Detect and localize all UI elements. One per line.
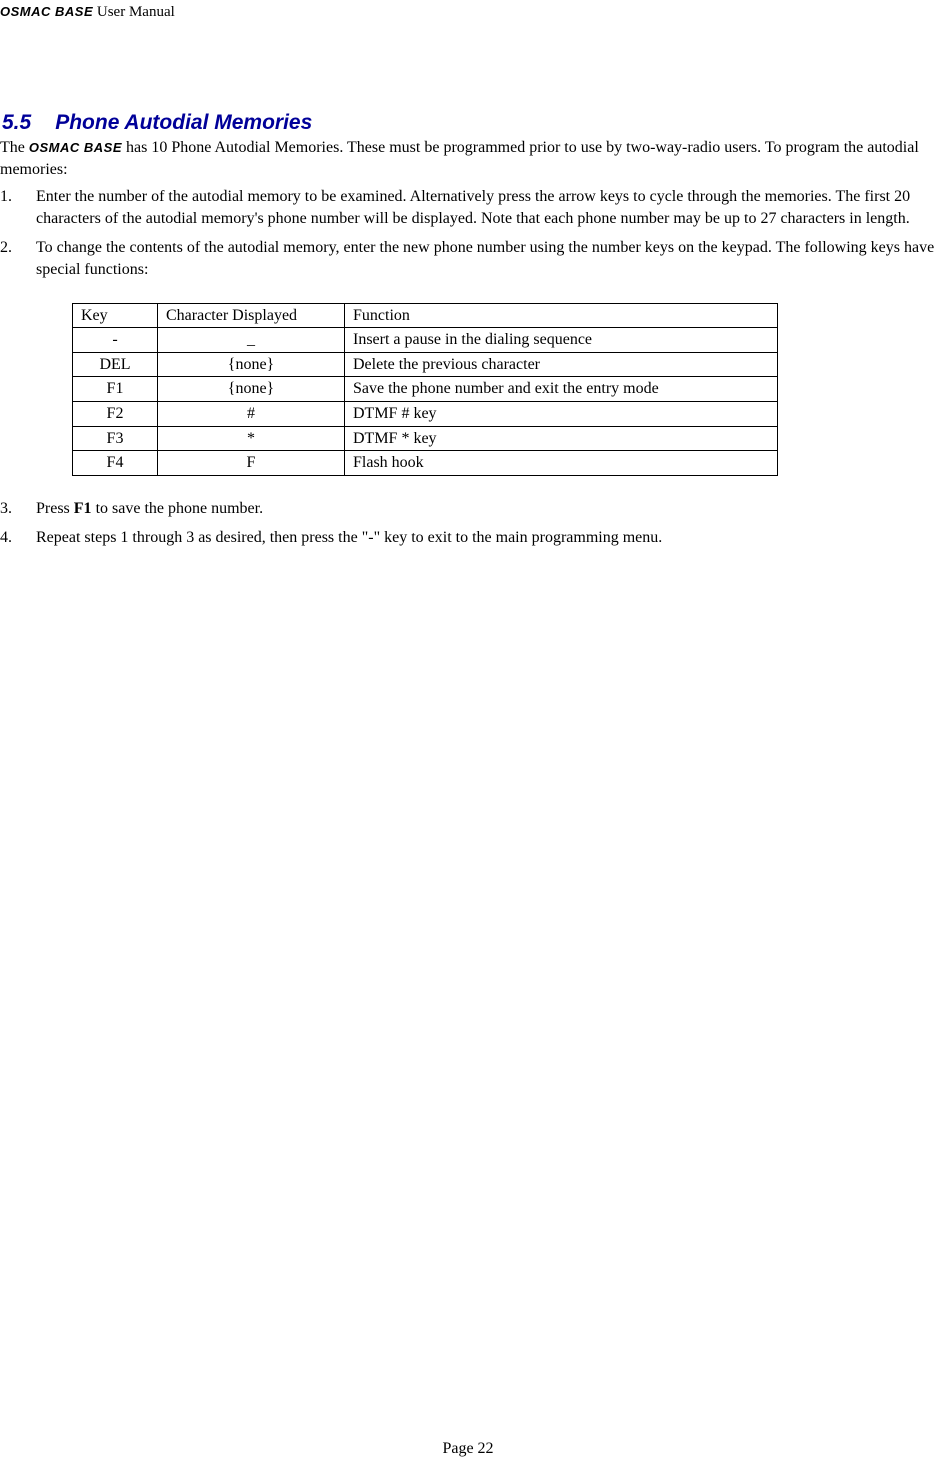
cell-key: F3 bbox=[73, 426, 158, 451]
cell-key: DEL bbox=[73, 352, 158, 377]
cell-char: {none} bbox=[158, 377, 345, 402]
th-key: Key bbox=[73, 303, 158, 328]
cell-key: F4 bbox=[73, 451, 158, 476]
step-2: 2. To change the contents of the autodia… bbox=[0, 237, 936, 475]
cell-char: # bbox=[158, 401, 345, 426]
cell-key: F1 bbox=[73, 377, 158, 402]
cell-func: DTMF # key bbox=[345, 401, 778, 426]
step-bold-key: F1 bbox=[74, 500, 92, 517]
cell-func: Insert a pause in the dialing sequence bbox=[345, 328, 778, 353]
step-number: 4. bbox=[0, 527, 20, 549]
cell-func: Flash hook bbox=[345, 451, 778, 476]
section-title-text: Phone Autodial Memories bbox=[55, 111, 312, 134]
table-row: F1 {none} Save the phone number and exit… bbox=[73, 377, 778, 402]
step-3: 3. Press F1 to save the phone number. bbox=[0, 498, 936, 520]
steps-list: 1. Enter the number of the autodial memo… bbox=[0, 186, 936, 549]
step-text: To change the contents of the autodial m… bbox=[36, 239, 934, 278]
intro-post: has 10 Phone Autodial Memories. These mu… bbox=[0, 139, 919, 178]
section-number: 5.5 bbox=[2, 111, 31, 135]
cell-char: _ bbox=[158, 328, 345, 353]
cell-char: F bbox=[158, 451, 345, 476]
step-number: 1. bbox=[0, 186, 20, 208]
step-4: 4. Repeat steps 1 through 3 as desired, … bbox=[0, 527, 936, 549]
step-1: 1. Enter the number of the autodial memo… bbox=[0, 186, 936, 229]
table-row: DEL {none} Delete the previous character bbox=[73, 352, 778, 377]
brand-name: OSMAC BASE bbox=[0, 4, 93, 19]
header-text: User Manual bbox=[93, 4, 175, 20]
cell-char: * bbox=[158, 426, 345, 451]
step-post: to save the phone number. bbox=[92, 500, 264, 517]
page-header: OSMAC BASE User Manual bbox=[0, 4, 936, 21]
cell-func: Save the phone number and exit the entry… bbox=[345, 377, 778, 402]
table-row: F4 F Flash hook bbox=[73, 451, 778, 476]
table-row: F3 * DTMF * key bbox=[73, 426, 778, 451]
brand-name-inline: OSMAC BASE bbox=[29, 140, 122, 155]
step-number: 2. bbox=[0, 237, 20, 259]
step-text: Enter the number of the autodial memory … bbox=[36, 188, 910, 227]
intro-paragraph: The OSMAC BASE has 10 Phone Autodial Mem… bbox=[0, 137, 936, 180]
step-pre: Press bbox=[36, 500, 74, 517]
section-heading: 5.5 Phone Autodial Memories bbox=[0, 111, 936, 135]
intro-pre: The bbox=[0, 139, 29, 156]
table-row: F2 # DTMF # key bbox=[73, 401, 778, 426]
table-header-row: Key Character Displayed Function bbox=[73, 303, 778, 328]
step-text: Repeat steps 1 through 3 as desired, the… bbox=[36, 529, 662, 546]
cell-char: {none} bbox=[158, 352, 345, 377]
cell-key: F2 bbox=[73, 401, 158, 426]
cell-key: - bbox=[73, 328, 158, 353]
cell-func: Delete the previous character bbox=[345, 352, 778, 377]
step-number: 3. bbox=[0, 498, 20, 520]
key-function-table: Key Character Displayed Function - _ Ins… bbox=[72, 303, 778, 476]
page-footer: Page 22 bbox=[0, 1440, 936, 1458]
th-char: Character Displayed bbox=[158, 303, 345, 328]
cell-func: DTMF * key bbox=[345, 426, 778, 451]
table-row: - _ Insert a pause in the dialing sequen… bbox=[73, 328, 778, 353]
th-func: Function bbox=[345, 303, 778, 328]
